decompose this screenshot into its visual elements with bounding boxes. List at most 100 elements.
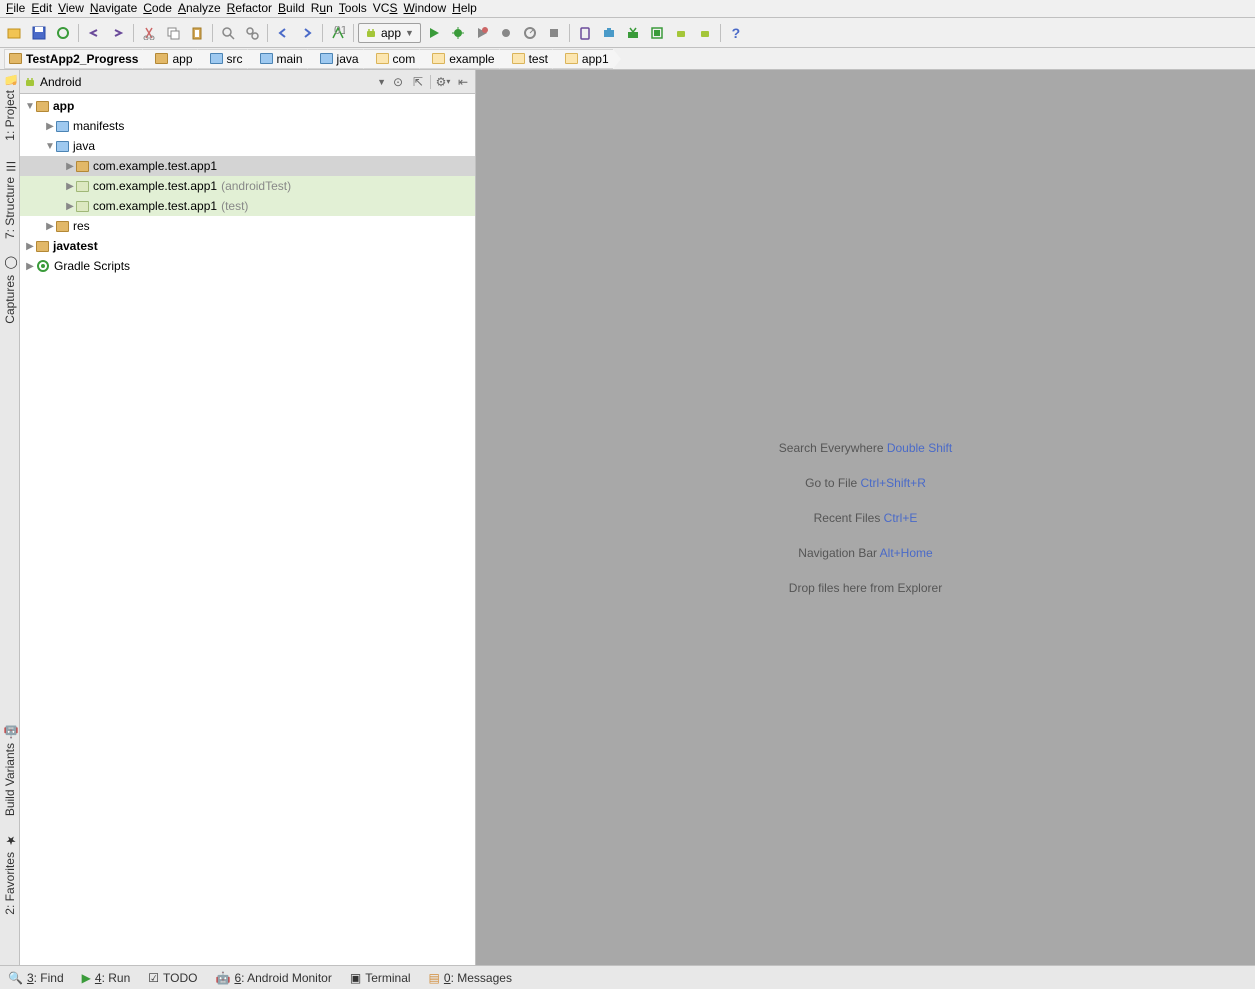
project-tree[interactable]: ▼ app ▶ manifests ▼ java ▶ com.example.t… <box>20 94 475 965</box>
crumb-project[interactable]: TestApp2_Progress <box>4 49 142 69</box>
hint-recent-files: Recent Files Ctrl+E <box>814 509 918 526</box>
tab-favorites[interactable]: 2: Favorites★ <box>3 836 17 915</box>
expand-arrow-icon[interactable]: ▶ <box>64 201 76 212</box>
separator <box>78 24 79 42</box>
folder-icon <box>260 53 273 64</box>
help-icon[interactable]: ? <box>725 22 747 44</box>
menu-refactor[interactable]: Refactor <box>227 1 272 16</box>
menu-code[interactable]: Code <box>143 1 172 16</box>
tree-node-package-3[interactable]: ▶ com.example.test.app1 (test) <box>20 196 475 216</box>
expand-arrow-icon[interactable]: ▶ <box>44 121 56 132</box>
dropdown-icon: ▼ <box>405 28 414 38</box>
expand-arrow-icon[interactable]: ▶ <box>24 241 36 252</box>
forward-icon[interactable] <box>296 22 318 44</box>
sync-gradle-icon[interactable] <box>622 22 644 44</box>
main-area: 1: Project📁 7: Structure☰ Captures◯ Buil… <box>0 70 1255 965</box>
menu-build[interactable]: Build <box>278 1 305 16</box>
menu-navigate[interactable]: Navigate <box>90 1 137 16</box>
tree-node-res[interactable]: ▶ res <box>20 216 475 236</box>
menu-tools[interactable]: Tools <box>339 1 367 16</box>
android-icon-3[interactable] <box>694 22 716 44</box>
debug-icon[interactable] <box>447 22 469 44</box>
breadcrumb: TestApp2_Progress app src main java com … <box>0 48 1255 70</box>
gear-icon[interactable]: ⚙▾ <box>435 74 451 90</box>
copy-icon[interactable] <box>162 22 184 44</box>
crumb-test[interactable]: test <box>499 49 552 69</box>
folder-icon <box>432 53 445 64</box>
crumb-main[interactable]: main <box>247 49 307 69</box>
menu-help[interactable]: Help <box>452 1 477 16</box>
crumb-example[interactable]: example <box>419 49 498 69</box>
menu-view[interactable]: View <box>58 1 84 16</box>
avd-icon[interactable] <box>574 22 596 44</box>
open-icon[interactable] <box>4 22 26 44</box>
tab-build-variants[interactable]: Build Variants🤖 <box>3 727 17 816</box>
tree-node-manifests[interactable]: ▶ manifests <box>20 116 475 136</box>
tab-todo[interactable]: ☑TODO <box>148 971 197 985</box>
tree-node-javatest[interactable]: ▶ javatest <box>20 236 475 256</box>
run-icon[interactable] <box>423 22 445 44</box>
tab-android-monitor[interactable]: 🤖6: Android Monitor <box>215 971 331 985</box>
expand-arrow-icon[interactable]: ▶ <box>24 261 36 272</box>
tree-node-app[interactable]: ▼ app <box>20 96 475 116</box>
folder-icon <box>512 53 525 64</box>
run-config-label: app <box>381 26 401 40</box>
expand-arrow-icon[interactable]: ▼ <box>24 101 36 112</box>
expand-arrow-icon[interactable]: ▶ <box>64 181 76 192</box>
profile-icon[interactable] <box>471 22 493 44</box>
run-config-combo[interactable]: app ▼ <box>358 23 421 43</box>
menu-vcs[interactable]: VCS <box>373 1 398 16</box>
tree-node-package-2[interactable]: ▶ com.example.test.app1 (androidTest) <box>20 176 475 196</box>
tab-terminal[interactable]: ▣Terminal <box>350 971 411 985</box>
redo-icon[interactable] <box>107 22 129 44</box>
tab-find[interactable]: 🔍3: Find <box>8 971 64 985</box>
hide-icon[interactable]: ⇤ <box>455 74 471 90</box>
menu-bar: File Edit View Navigate Code Analyze Ref… <box>0 0 1255 18</box>
menu-run[interactable]: Run <box>311 1 333 16</box>
attach-icon[interactable] <box>495 22 517 44</box>
sync-icon[interactable] <box>52 22 74 44</box>
back-icon[interactable] <box>272 22 294 44</box>
tree-node-package-1[interactable]: ▶ com.example.test.app1 <box>20 156 475 176</box>
make-icon[interactable]: 01 <box>327 22 349 44</box>
folder-icon <box>9 53 22 64</box>
crumb-java[interactable]: java <box>307 49 363 69</box>
tab-structure[interactable]: 7: Structure☰ <box>3 161 17 239</box>
expand-arrow-icon[interactable]: ▶ <box>44 221 56 232</box>
project-view-combo[interactable]: Android ▼ <box>24 75 390 89</box>
sdk-icon[interactable] <box>598 22 620 44</box>
menu-window[interactable]: Window <box>403 1 446 16</box>
layout-inspector-icon[interactable] <box>646 22 668 44</box>
expand-arrow-icon[interactable]: ▶ <box>64 161 76 172</box>
separator <box>267 24 268 42</box>
crumb-com[interactable]: com <box>363 49 420 69</box>
android-icon-2[interactable] <box>670 22 692 44</box>
undo-icon[interactable] <box>83 22 105 44</box>
profiler-icon[interactable] <box>519 22 541 44</box>
android-icon <box>365 27 377 39</box>
find-icon[interactable] <box>217 22 239 44</box>
collapse-all-icon[interactable]: ⇱ <box>410 74 426 90</box>
tab-run[interactable]: ▶4: Run <box>82 971 131 985</box>
menu-file[interactable]: File <box>6 1 25 16</box>
cut-icon[interactable] <box>138 22 160 44</box>
replace-icon[interactable] <box>241 22 263 44</box>
stop-icon[interactable] <box>543 22 565 44</box>
bottom-tool-bar: 🔍3: Find ▶4: Run ☑TODO 🤖6: Android Monit… <box>0 965 1255 989</box>
save-icon[interactable] <box>28 22 50 44</box>
scroll-from-source-icon[interactable]: ⊙ <box>390 74 406 90</box>
hint-search-everywhere: Search Everywhere Double Shift <box>779 439 952 456</box>
expand-arrow-icon[interactable]: ▼ <box>44 141 56 152</box>
menu-edit[interactable]: Edit <box>31 1 52 16</box>
paste-icon[interactable] <box>186 22 208 44</box>
android-icon <box>24 76 36 88</box>
crumb-app1[interactable]: app1 <box>552 49 613 69</box>
tab-captures[interactable]: Captures◯ <box>3 259 17 324</box>
tab-messages[interactable]: ▤0: Messages <box>429 971 512 985</box>
tab-project[interactable]: 1: Project📁 <box>3 74 17 141</box>
menu-analyze[interactable]: Analyze <box>178 1 221 16</box>
tree-node-gradle[interactable]: ▶ Gradle Scripts <box>20 256 475 276</box>
crumb-app[interactable]: app <box>142 49 196 69</box>
editor-empty-state[interactable]: Search Everywhere Double Shift Go to Fil… <box>476 70 1255 965</box>
tree-node-java[interactable]: ▼ java <box>20 136 475 156</box>
